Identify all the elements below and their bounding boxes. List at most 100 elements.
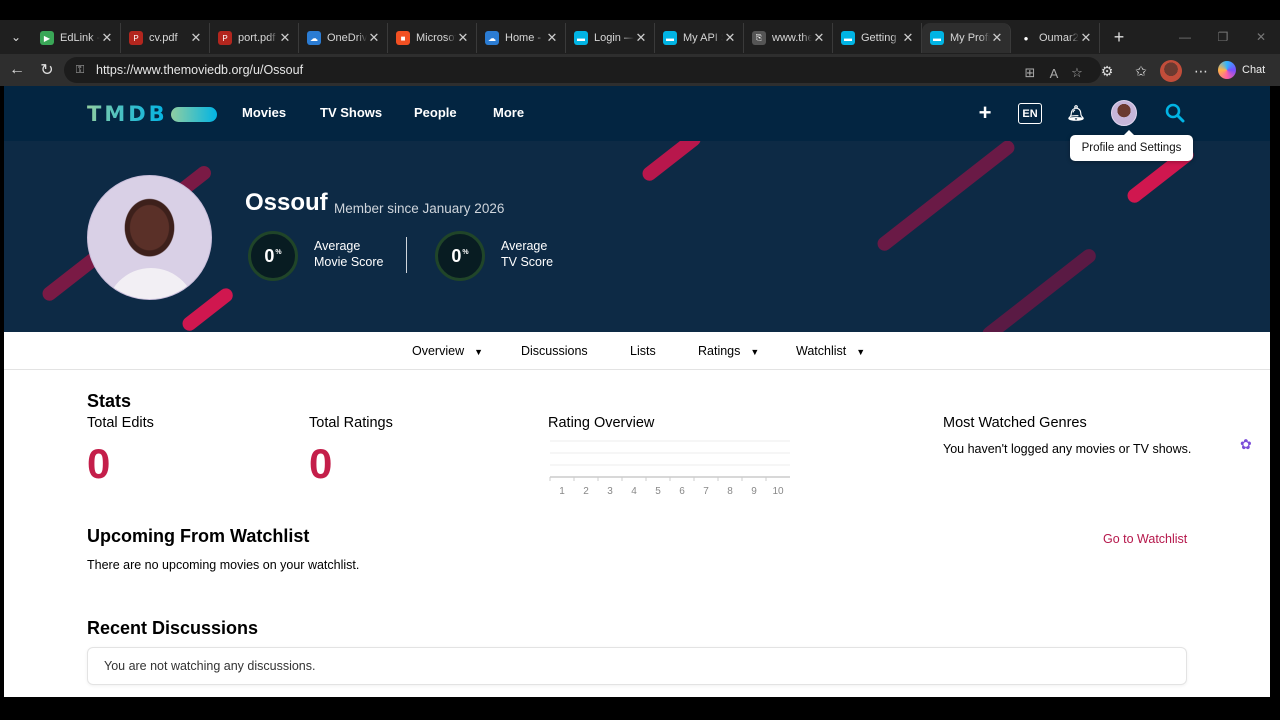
tab-title: My Profile: [950, 32, 990, 44]
subnav-overview[interactable]: Overview ▼: [412, 344, 483, 358]
favorite-star-icon[interactable]: ☆: [1067, 63, 1087, 83]
browser-tab[interactable]: Pcv.pdf ✕: [121, 23, 210, 53]
tab-favicon-icon: P: [129, 31, 143, 45]
nav-tv-shows[interactable]: TV Shows: [320, 105, 382, 120]
tab-strip: ⌄ ▶EdLink - ✕Pcv.pdf✕Pport.pdf✕☁OneDrive…: [0, 20, 1280, 54]
tab-favicon-icon: ☁: [307, 31, 321, 45]
browser-tab[interactable]: Pport.pdf ✕: [210, 23, 299, 53]
tab-list-chevron-icon[interactable]: ⌄: [0, 20, 32, 54]
tab-close-icon[interactable]: ✕: [990, 30, 1004, 46]
tab-close-icon[interactable]: ✕: [1079, 30, 1093, 46]
tab-title: Getting S: [861, 32, 901, 44]
subnav-watchlist-label: Watchlist: [796, 344, 847, 358]
subnav-ratings-label: Ratings: [698, 344, 741, 358]
decor-stripe: [874, 141, 1018, 254]
app-available-icon[interactable]: ⊞: [1020, 63, 1040, 83]
minimize-icon[interactable]: —: [1166, 20, 1204, 54]
percent-sign: %: [462, 248, 469, 256]
notifications-bell-icon[interactable]: 🔔︎: [1066, 104, 1085, 122]
total-ratings-value: 0: [309, 440, 333, 487]
chart-tick-label: 3: [607, 486, 613, 497]
tab-close-icon[interactable]: ✕: [634, 30, 648, 46]
subnav-overview-label: Overview: [412, 344, 465, 358]
subnav-ratings[interactable]: Ratings ▼: [698, 344, 759, 358]
profile-settings-tooltip: Profile and Settings: [1070, 130, 1193, 161]
subnav-discussions[interactable]: Discussions: [521, 344, 588, 358]
tabs: ▶EdLink - ✕Pcv.pdf✕Pport.pdf✕☁OneDrive✕■…: [32, 21, 1100, 53]
browser-tab[interactable]: ▬ My Profile✕: [922, 23, 1011, 53]
browser-tab[interactable]: ▬ Getting S✕: [833, 23, 922, 53]
member-since: Member since January 2026: [334, 201, 505, 216]
back-arrow-icon[interactable]: ←: [2, 55, 32, 85]
tab-favicon-icon: ▶: [40, 31, 54, 45]
browser-tab[interactable]: ▬ My API S✕: [655, 23, 744, 53]
tab-title: EdLink -: [60, 32, 100, 44]
search-icon[interactable]: [1164, 102, 1186, 124]
recent-discussions-message: You are not watching any discussions.: [104, 659, 316, 673]
browser-tab[interactable]: ■ Microsoft✕: [388, 23, 477, 53]
go-to-watchlist-link[interactable]: Go to Watchlist: [1103, 532, 1187, 546]
favorites-icon[interactable]: ✩: [1130, 60, 1152, 82]
browser-tab[interactable]: ☁ OneDrive✕: [299, 23, 388, 53]
subnav-watchlist[interactable]: Watchlist ▼: [796, 344, 865, 358]
subnav-lists[interactable]: Lists: [630, 344, 656, 358]
tab-favicon-icon: ☁: [485, 31, 499, 45]
extensions-icon[interactable]: ⚙: [1096, 60, 1118, 82]
copilot-icon: [1218, 61, 1236, 79]
chart-tick-label: 5: [655, 486, 661, 497]
browser-tab[interactable]: ▶ EdLink - ✕: [32, 23, 121, 53]
more-menu-icon[interactable]: ⋯: [1190, 60, 1212, 82]
chart-tick-label: 8: [727, 486, 733, 497]
tab-title: cv.pdf: [149, 32, 178, 44]
nav-movies[interactable]: Movies: [242, 105, 286, 120]
total-edits-label: Total Edits: [87, 415, 154, 431]
browser-tab[interactable]: ● Oumar20✕: [1011, 23, 1100, 53]
logo-pill: [170, 106, 217, 122]
tab-close-icon[interactable]: ✕: [901, 30, 915, 46]
browser-profile-avatar[interactable]: [1160, 60, 1182, 82]
tab-close-icon[interactable]: ✕: [189, 30, 203, 46]
new-tab-plus-icon[interactable]: +: [1104, 27, 1134, 48]
tab-close-icon[interactable]: ✕: [723, 30, 737, 46]
browser-tab[interactable]: ⎘ www.the ✕: [744, 23, 833, 53]
tab-close-icon[interactable]: ✕: [812, 30, 826, 46]
maximize-icon[interactable]: ❐: [1204, 20, 1242, 54]
caret-down-icon: ▼: [750, 347, 760, 357]
tab-close-icon[interactable]: ✕: [278, 30, 292, 46]
movie-score-label-line2: Movie Score: [314, 255, 384, 269]
profile-avatar-button[interactable]: [1111, 100, 1137, 126]
address-bar[interactable]: ⚿ https://www.themoviedb.org/u/Ossouf ⊞ …: [64, 57, 1101, 83]
tab-title: My API S: [683, 32, 723, 44]
tab-close-icon[interactable]: ✕: [456, 30, 470, 46]
add-plus-icon[interactable]: +: [975, 100, 995, 125]
tv-score-label: Average TV Score: [501, 238, 553, 270]
tab-close-icon[interactable]: ✕: [545, 30, 559, 46]
url-text: https://www.themoviedb.org/u/Ossouf: [96, 63, 304, 77]
nav-more[interactable]: More: [493, 105, 524, 120]
profile-photo[interactable]: [87, 175, 212, 300]
tab-title: OneDrive: [327, 32, 367, 44]
tab-close-icon[interactable]: ✕: [100, 30, 114, 46]
browser-tab[interactable]: ☁ Home - O✕: [477, 23, 566, 53]
site-info-icon[interactable]: ⚿: [72, 62, 88, 78]
rating-overview-label: Rating Overview: [548, 415, 655, 431]
nav-people[interactable]: People: [414, 105, 457, 120]
movie-score-label: Average Movie Score: [314, 238, 383, 270]
sidebar-assistant-icon[interactable]: ✿: [1240, 436, 1258, 454]
tab-title: port.pdf: [238, 32, 276, 44]
read-aloud-icon[interactable]: A: [1044, 63, 1064, 83]
tmdb-logo[interactable]: TMDB: [87, 102, 217, 126]
profile-username: Ossouf: [245, 189, 328, 216]
tab-close-icon[interactable]: ✕: [367, 30, 381, 46]
decor-stripe: [639, 141, 704, 184]
window-close-icon[interactable]: ✕: [1242, 20, 1280, 54]
chart-tick-label: 7: [703, 486, 709, 497]
browser-tab[interactable]: ▬ Login — ✕: [566, 23, 655, 53]
copilot-chat-button[interactable]: Chat: [1218, 58, 1274, 82]
upcoming-watchlist-title: Upcoming From Watchlist: [87, 526, 310, 546]
language-button[interactable]: EN: [1018, 103, 1042, 124]
tab-favicon-icon: ■: [396, 31, 410, 45]
site-header: TMDB Movies TV Shows People More + EN 🔔︎: [4, 86, 1270, 141]
reload-icon[interactable]: ↻: [32, 55, 62, 85]
chart-tick-label: 9: [751, 486, 757, 497]
